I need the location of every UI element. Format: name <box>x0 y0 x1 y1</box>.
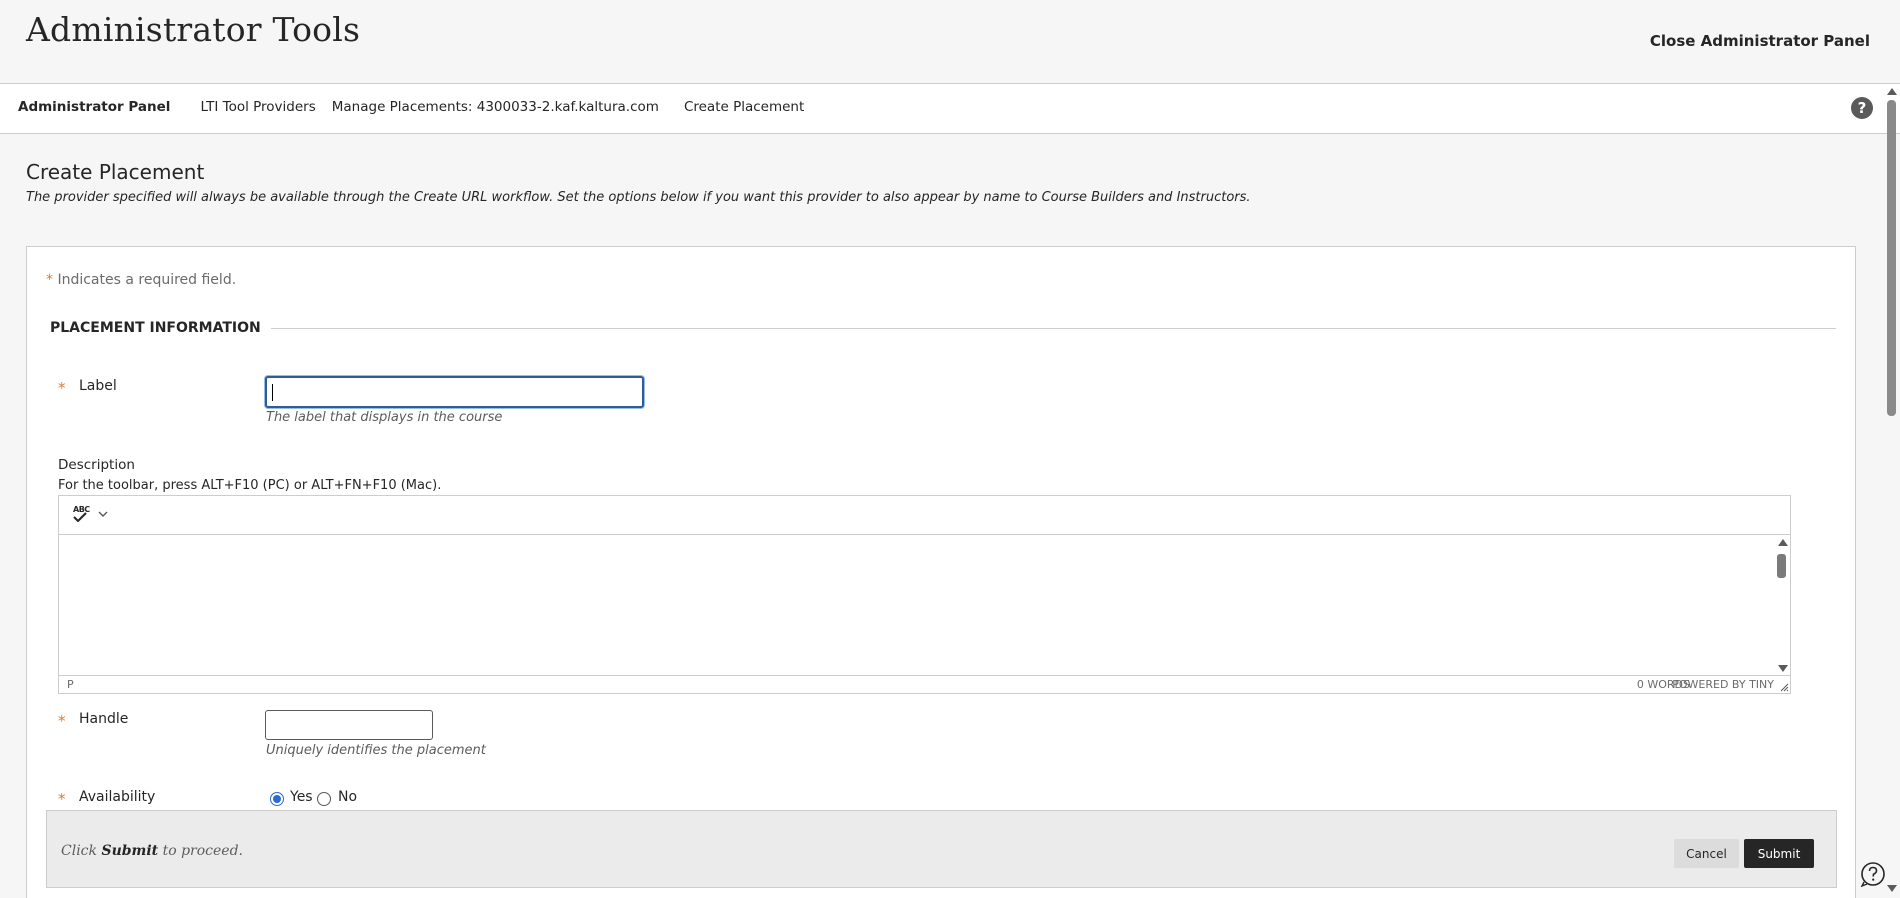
submit-button[interactable]: Submit <box>1744 839 1814 868</box>
breadcrumb-administrator-panel[interactable]: Administrator Panel <box>18 99 170 115</box>
required-star: * <box>46 272 53 288</box>
availability-yes-label[interactable]: Yes <box>290 789 313 805</box>
admin-header: Administrator Tools Close Administrator … <box>0 0 1900 84</box>
required-note-text: Indicates a required field. <box>57 272 237 288</box>
proceed-prefix: Click <box>61 843 102 859</box>
availability-required-star: * <box>58 790 66 808</box>
breadcrumb-bar: Administrator Panel LTI Tool Providers M… <box>0 84 1900 134</box>
help-icon[interactable]: ? <box>1851 97 1873 119</box>
text-caret <box>272 384 273 401</box>
scroll-down-arrow-icon[interactable] <box>1778 665 1788 672</box>
editor-content-area[interactable] <box>59 535 1775 676</box>
breadcrumb-manage-placements[interactable]: Manage Placements: 4300033-2.kaf.kaltura… <box>332 99 659 115</box>
editor-statusbar: P 0 WORDS POWERED BY TINY <box>59 675 1790 693</box>
required-field-note: * Indicates a required field. <box>46 272 236 288</box>
rich-text-editor: ABC P 0 WORDS POWERED BY TINY <box>58 495 1791 694</box>
proceed-action-word: Submit <box>101 843 159 859</box>
handle-field-hint: Uniquely identifies the placement <box>266 743 486 758</box>
handle-required-star: * <box>58 712 66 730</box>
page-title: Create Placement <box>26 160 205 184</box>
availability-field-label: Availability <box>79 789 156 805</box>
availability-no-radio[interactable] <box>317 792 331 806</box>
editor-scrollbar[interactable] <box>1774 535 1790 676</box>
spellcheck-button[interactable]: ABC <box>69 504 117 526</box>
app-title: Administrator Tools <box>26 10 361 49</box>
powered-by-tiny-link[interactable]: POWERED BY TINY <box>1672 678 1774 691</box>
label-input[interactable] <box>267 378 642 406</box>
page-scroll-thumb[interactable] <box>1887 100 1896 416</box>
section-divider <box>50 328 1836 329</box>
page-description: The provider specified will always be av… <box>26 190 1251 205</box>
label-required-star: * <box>58 379 66 397</box>
scroll-up-arrow-icon[interactable] <box>1778 539 1788 546</box>
page-scrollbar[interactable] <box>1883 84 1900 898</box>
label-input-wrapper <box>265 376 644 408</box>
label-field-label: Label <box>79 378 117 394</box>
breadcrumb-lti-tool-providers[interactable]: LTI Tool Providers <box>200 99 315 115</box>
cancel-button[interactable]: Cancel <box>1674 839 1739 868</box>
spellcheck-icon <box>73 512 87 522</box>
handle-input[interactable] <box>266 711 432 739</box>
handle-field-label: Handle <box>79 711 129 727</box>
breadcrumb-create-placement: Create Placement <box>683 99 805 115</box>
breadcrumb: Administrator Panel LTI Tool Providers M… <box>18 99 820 115</box>
editor-toolbar: ABC <box>59 496 1790 535</box>
submit-bar: Click Submit to proceed. Cancel Submit <box>46 810 1837 888</box>
resize-handle-icon[interactable] <box>1780 683 1789 692</box>
help-bubble-icon[interactable] <box>1860 861 1886 887</box>
availability-yes-radio[interactable] <box>270 792 284 806</box>
description-field-label: Description <box>58 457 135 473</box>
proceed-suffix: to proceed. <box>158 843 244 859</box>
handle-input-wrapper <box>265 710 433 740</box>
page-scroll-down-arrow-icon[interactable] <box>1887 885 1897 892</box>
element-path[interactable]: P <box>67 678 74 691</box>
availability-no-label[interactable]: No <box>338 789 357 805</box>
section-title: PLACEMENT INFORMATION <box>50 320 271 336</box>
close-admin-panel-link[interactable]: Close Administrator Panel <box>1650 32 1870 50</box>
proceed-instruction: Click Submit to proceed. <box>61 843 243 859</box>
chevron-down-icon <box>98 511 108 517</box>
page-scroll-up-arrow-icon[interactable] <box>1887 88 1897 95</box>
label-field-hint: The label that displays in the course <box>266 410 503 425</box>
scroll-thumb[interactable] <box>1777 554 1786 578</box>
toolbar-hint: For the toolbar, press ALT+F10 (PC) or A… <box>58 478 442 493</box>
